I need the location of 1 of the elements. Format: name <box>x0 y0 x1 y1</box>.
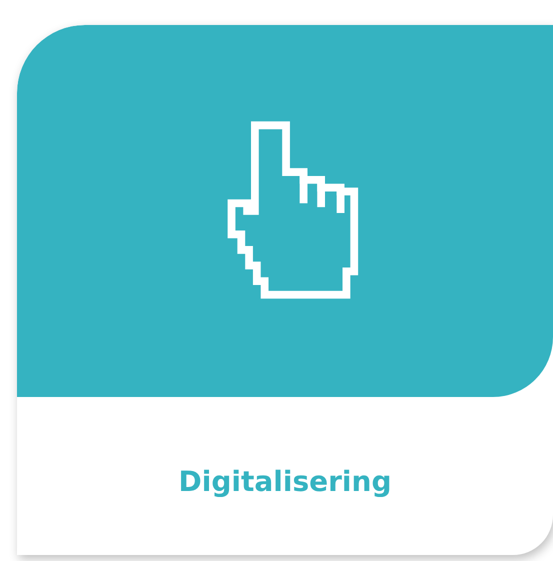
card-title: Digitalisering <box>178 465 392 498</box>
